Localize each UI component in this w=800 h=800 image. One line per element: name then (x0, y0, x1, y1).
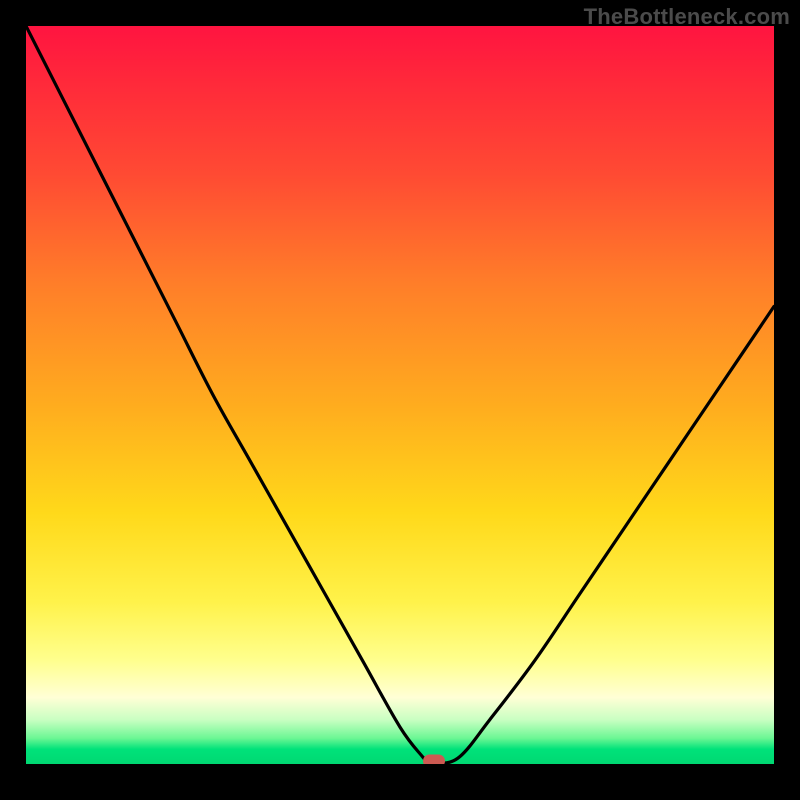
plot-area (26, 26, 774, 764)
min-marker (423, 755, 445, 765)
watermark-text: TheBottleneck.com (584, 4, 790, 30)
bottleneck-curve (26, 26, 774, 764)
curve-svg (26, 26, 774, 764)
chart-frame: TheBottleneck.com (0, 0, 800, 800)
